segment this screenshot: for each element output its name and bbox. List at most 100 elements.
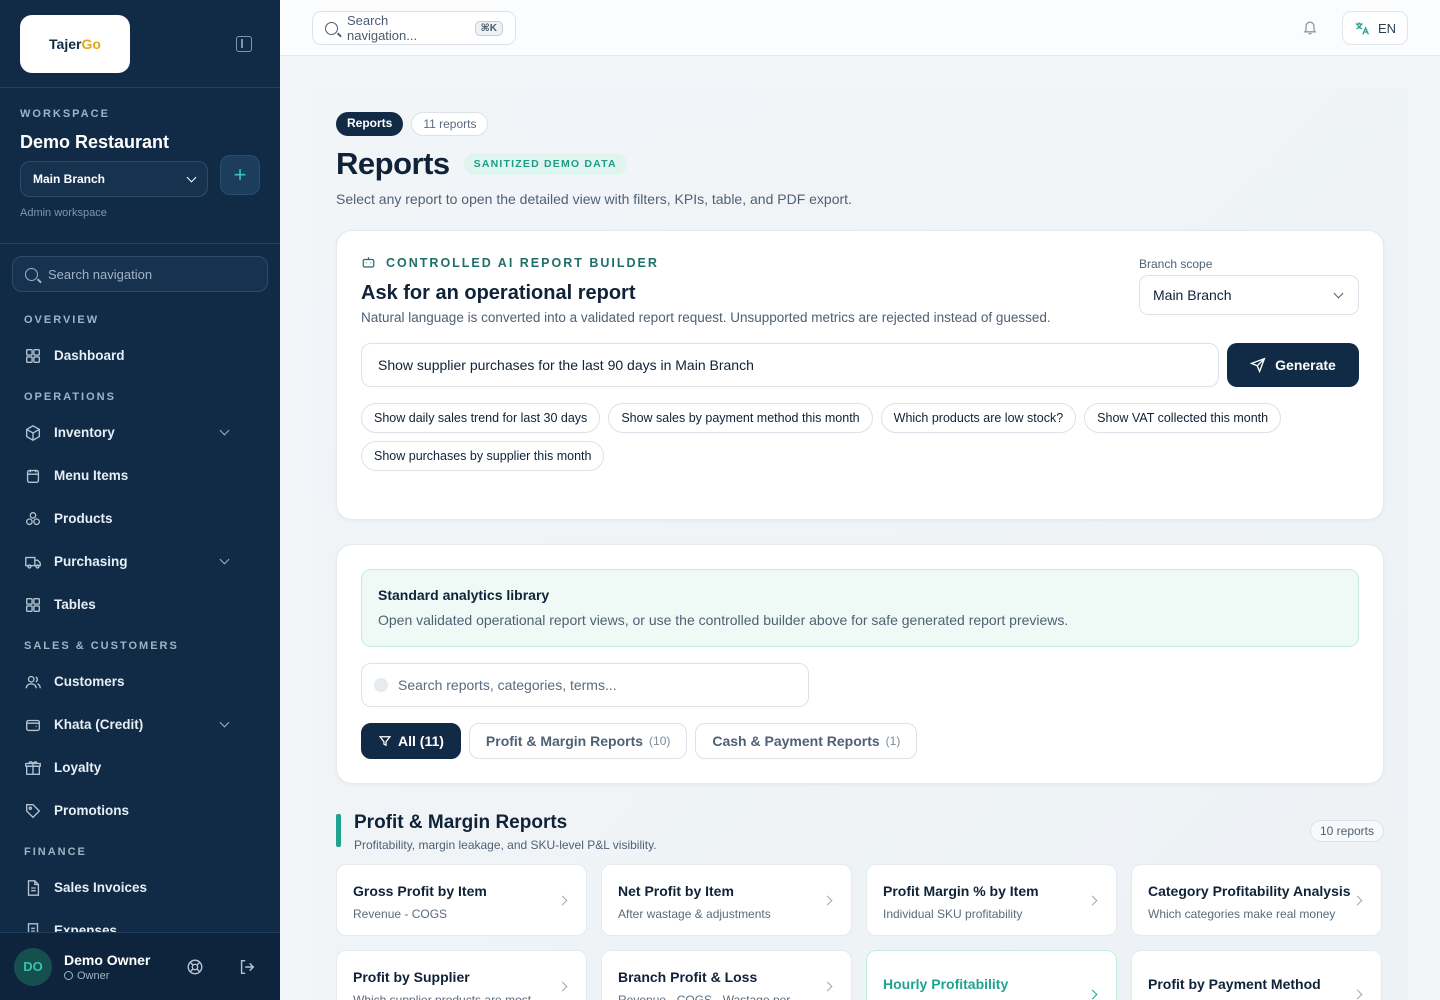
suggestion-chip[interactable]: Which products are low stock? xyxy=(880,403,1077,433)
suggestion-chip[interactable]: Show purchases by supplier this month xyxy=(361,441,605,471)
avatar[interactable]: DO xyxy=(14,947,52,986)
page-title: Reports xyxy=(336,146,450,181)
sidebar-item-sales-invoices[interactable]: Sales Invoices xyxy=(24,866,256,909)
generate-button[interactable]: Generate xyxy=(1227,343,1359,387)
products-icon xyxy=(26,511,40,525)
report-prompt-input[interactable]: Show supplier purchases for the last 90 … xyxy=(361,343,1219,387)
top-search-input[interactable]: Search navigation... ⌘K xyxy=(312,11,516,45)
builder-kicker: CONTROLLED AI REPORT BUILDER xyxy=(386,255,659,270)
report-search-input[interactable]: Search reports, categories, terms... xyxy=(361,663,809,707)
demo-data-badge: SANITIZED DEMO DATA xyxy=(463,153,627,175)
nav-section-heading: OPERATIONS xyxy=(24,391,116,403)
sidebar-item-dashboard[interactable]: Dashboard xyxy=(24,334,256,377)
filter-label: Cash & Payment Reports xyxy=(712,733,880,749)
report-card[interactable]: Profit by Payment Method xyxy=(1131,950,1382,1000)
sidebar-item-label: Inventory xyxy=(54,425,115,440)
ai-report-builder: CONTROLLED AI REPORT BUILDER Ask for an … xyxy=(336,230,1384,520)
send-icon xyxy=(1250,357,1266,373)
logo[interactable]: Tajer Go xyxy=(20,14,130,73)
section-description: Profitability, margin leakage, and SKU-l… xyxy=(354,838,657,852)
add-branch-button[interactable]: + xyxy=(220,155,260,195)
chevron-down-icon[interactable] xyxy=(219,425,230,436)
search-icon xyxy=(374,678,388,692)
report-card-description: Which supplier products are most xyxy=(353,993,532,1000)
filter-profit-margin-reports[interactable]: Profit & Margin Reports (10) xyxy=(468,723,688,759)
filter-count: (10) xyxy=(649,734,671,748)
sidebar-item-menu-items[interactable]: Menu Items xyxy=(24,454,256,497)
suggestion-chip[interactable]: Show VAT collected this month xyxy=(1084,403,1282,433)
branch-scope-select[interactable]: Main Branch xyxy=(1139,275,1359,315)
sidebar: Tajer Go WORKSPACE Demo Restaurant Main B… xyxy=(0,0,280,1000)
chevron-down-icon[interactable] xyxy=(219,717,230,728)
sidebar-item-label: Dashboard xyxy=(54,348,125,363)
users-icon xyxy=(25,675,41,688)
page-subtitle: Select any report to open the detailed v… xyxy=(336,191,852,207)
filter-all-11[interactable]: All (11) xyxy=(361,723,461,759)
sidebar-item-label: Customers xyxy=(54,674,125,689)
sidebar-search-input[interactable]: Search navigation xyxy=(12,256,268,292)
support-icon[interactable] xyxy=(186,958,204,976)
report-card[interactable]: Category Profitability Analysis Which cat… xyxy=(1131,864,1382,936)
workspace-name: Demo Restaurant xyxy=(20,132,170,152)
search-icon xyxy=(325,21,338,35)
gift-icon xyxy=(25,760,41,775)
sidebar-item-label: Sales Invoices xyxy=(54,880,148,895)
grid-icon xyxy=(26,597,40,612)
suggestion-chip[interactable]: Show sales by payment method this month xyxy=(608,403,873,433)
suggestion-list: Show daily sales trend for last 30 days S… xyxy=(361,403,1361,471)
sidebar-item-purchasing[interactable]: Purchasing xyxy=(24,540,256,583)
reports-chip[interactable]: Reports xyxy=(336,112,404,136)
search-icon xyxy=(25,267,38,281)
report-card-title: Profit by Payment Method xyxy=(1148,976,1321,992)
language-switcher[interactable]: EN xyxy=(1342,11,1408,45)
main-content: Reports 11 reports Reports SANITIZED DEM… xyxy=(312,88,1408,1000)
logo-text-go: Go xyxy=(81,35,101,52)
report-card[interactable]: Gross Profit by Item Revenue - COGS xyxy=(336,864,587,936)
sidebar-item-customers[interactable]: Customers xyxy=(24,660,256,703)
sidebar-item-promotions[interactable]: Promotions xyxy=(24,789,256,832)
chevron-down-icon xyxy=(1333,288,1344,298)
sidebar-collapse-icon[interactable] xyxy=(236,36,252,52)
filter-cash-payment-reports[interactable]: Cash & Payment Reports (1) xyxy=(695,723,918,759)
nav-section-heading: OVERVIEW xyxy=(24,314,100,326)
sidebar-item-inventory[interactable]: Inventory xyxy=(24,411,256,454)
report-card-title: Hourly Profitability xyxy=(883,976,1009,992)
sidebar-item-products[interactable]: Products xyxy=(24,497,256,540)
topbar: Search navigation... ⌘K EN xyxy=(280,0,1440,56)
sidebar-nav: OVERVIEW Dashboard OPERATIONS Inventory Menu… xyxy=(0,292,280,952)
grid-icon xyxy=(26,348,40,363)
category-filters: All (11) Profit & Margin Reports (10) Cash … xyxy=(361,723,1359,759)
sidebar-item-label: Khata (Credit) xyxy=(54,717,144,732)
report-count-chip: 11 reports xyxy=(411,112,489,136)
chevron-down-icon[interactable] xyxy=(219,554,230,565)
report-card[interactable]: Hourly Profitability xyxy=(866,950,1117,1000)
branch-select[interactable]: Main Branch xyxy=(20,161,208,197)
report-card[interactable]: Branch Profit & Loss Revenue - COGS - Was… xyxy=(601,950,852,1000)
report-card[interactable]: Profit by Supplier Which supplier product… xyxy=(336,950,587,1000)
sidebar-item-loyalty[interactable]: Loyalty xyxy=(24,746,256,789)
sidebar-item-khata-credit[interactable]: Khata (Credit) xyxy=(24,703,256,746)
suggestion-chip[interactable]: Show daily sales trend for last 30 days xyxy=(361,403,601,433)
workspace-kicker: WORKSPACE xyxy=(20,108,110,120)
report-card-description: Individual SKU profitability xyxy=(883,907,1023,921)
report-card-description: Revenue - COGS xyxy=(353,907,448,921)
bell-icon[interactable] xyxy=(1302,19,1318,35)
truck-icon xyxy=(25,556,41,569)
sidebar-item-label: Products xyxy=(54,511,113,526)
sidebar-item-label: Promotions xyxy=(54,803,130,818)
report-card[interactable]: Net Profit by Item After wastage & adjust… xyxy=(601,864,852,936)
report-card-description: Revenue - COGS - Wastage per xyxy=(618,993,791,1000)
logo-row: Tajer Go xyxy=(0,0,280,88)
report-card-title: Branch Profit & Loss xyxy=(618,969,758,985)
translate-icon xyxy=(1355,22,1369,35)
plus-icon: + xyxy=(233,162,247,187)
tag-icon xyxy=(26,803,41,818)
report-card-title: Gross Profit by Item xyxy=(353,883,487,899)
report-search-placeholder: Search reports, categories, terms... xyxy=(398,677,617,693)
logout-icon[interactable] xyxy=(238,958,256,976)
sidebar-item-tables[interactable]: Tables xyxy=(24,583,256,626)
section-title: Profit & Margin Reports xyxy=(354,812,568,833)
shortcut-badge: ⌘K xyxy=(474,20,503,36)
report-card[interactable]: Profit Margin % by Item Individual SKU pr… xyxy=(866,864,1117,936)
report-grid: Gross Profit by Item Revenue - COGS Net Pr… xyxy=(336,864,1384,1000)
